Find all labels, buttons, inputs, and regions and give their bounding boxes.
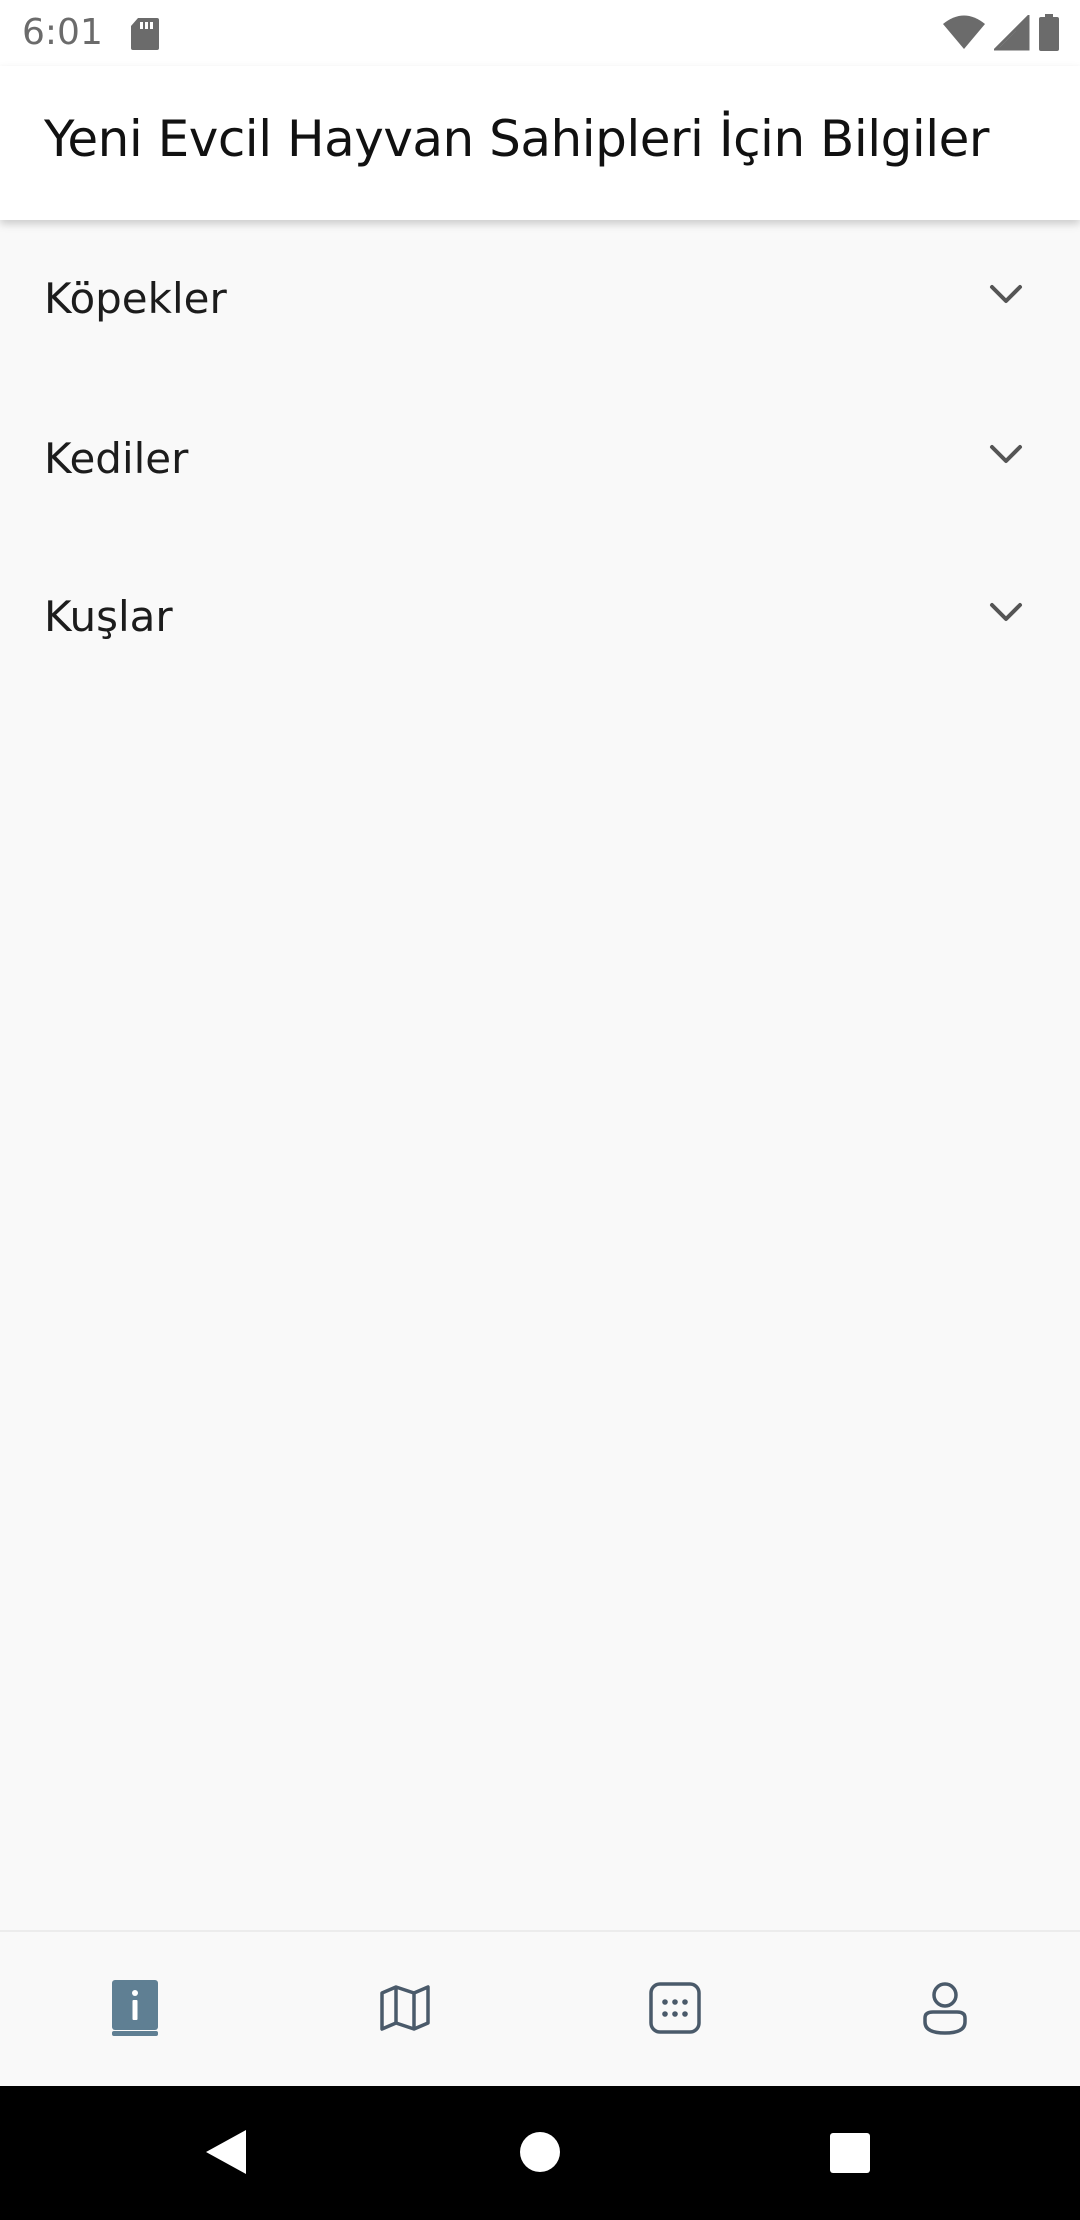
accordion-item-kediler[interactable]: Kediler	[0, 380, 1080, 540]
wifi-icon	[942, 15, 986, 56]
battery-icon	[1038, 14, 1060, 57]
screen: 6:01 Yeni Evcil Hayvan Sahipleri İçin Bi…	[0, 0, 1080, 2220]
chevron-down-icon[interactable]	[988, 442, 1024, 471]
status-icons	[942, 13, 1060, 57]
system-nav-bar	[0, 2086, 1080, 2220]
accordion-label: Köpekler	[44, 274, 227, 323]
app-bar: Yeni Evcil Hayvan Sahipleri İçin Bilgile…	[0, 66, 1080, 220]
accordion-item-kuslar[interactable]: Kuşlar	[0, 538, 1080, 698]
nav-item-profile[interactable]	[810, 1932, 1080, 2088]
grid-dots-icon	[649, 1981, 701, 2039]
home-icon[interactable]	[519, 2131, 561, 2178]
accordion-label: Kuşlar	[44, 592, 173, 641]
recents-icon[interactable]	[829, 2132, 871, 2179]
back-icon[interactable]	[204, 2128, 248, 2181]
chevron-down-icon[interactable]	[988, 600, 1024, 629]
accordion-list: Köpekler Kediler Kuşlar	[0, 220, 1080, 1930]
status-bar: 6:01	[0, 0, 1080, 66]
accordion-item-kopekler[interactable]: Köpekler	[0, 220, 1080, 380]
profile-icon	[921, 1980, 969, 2041]
accordion-label: Kediler	[44, 434, 189, 483]
nav-item-grid[interactable]	[540, 1932, 810, 2088]
signal-icon	[992, 13, 1030, 56]
bottom-nav	[0, 1930, 1080, 2088]
sd-card-icon	[130, 17, 160, 56]
page-title: Yeni Evcil Hayvan Sahipleri İçin Bilgile…	[44, 110, 989, 168]
nav-item-map[interactable]	[270, 1932, 540, 2088]
map-icon	[379, 1984, 431, 2037]
chevron-down-icon[interactable]	[988, 282, 1024, 311]
info-book-icon	[111, 1979, 159, 2042]
nav-item-info[interactable]	[0, 1932, 270, 2088]
status-time: 6:01	[22, 12, 103, 53]
